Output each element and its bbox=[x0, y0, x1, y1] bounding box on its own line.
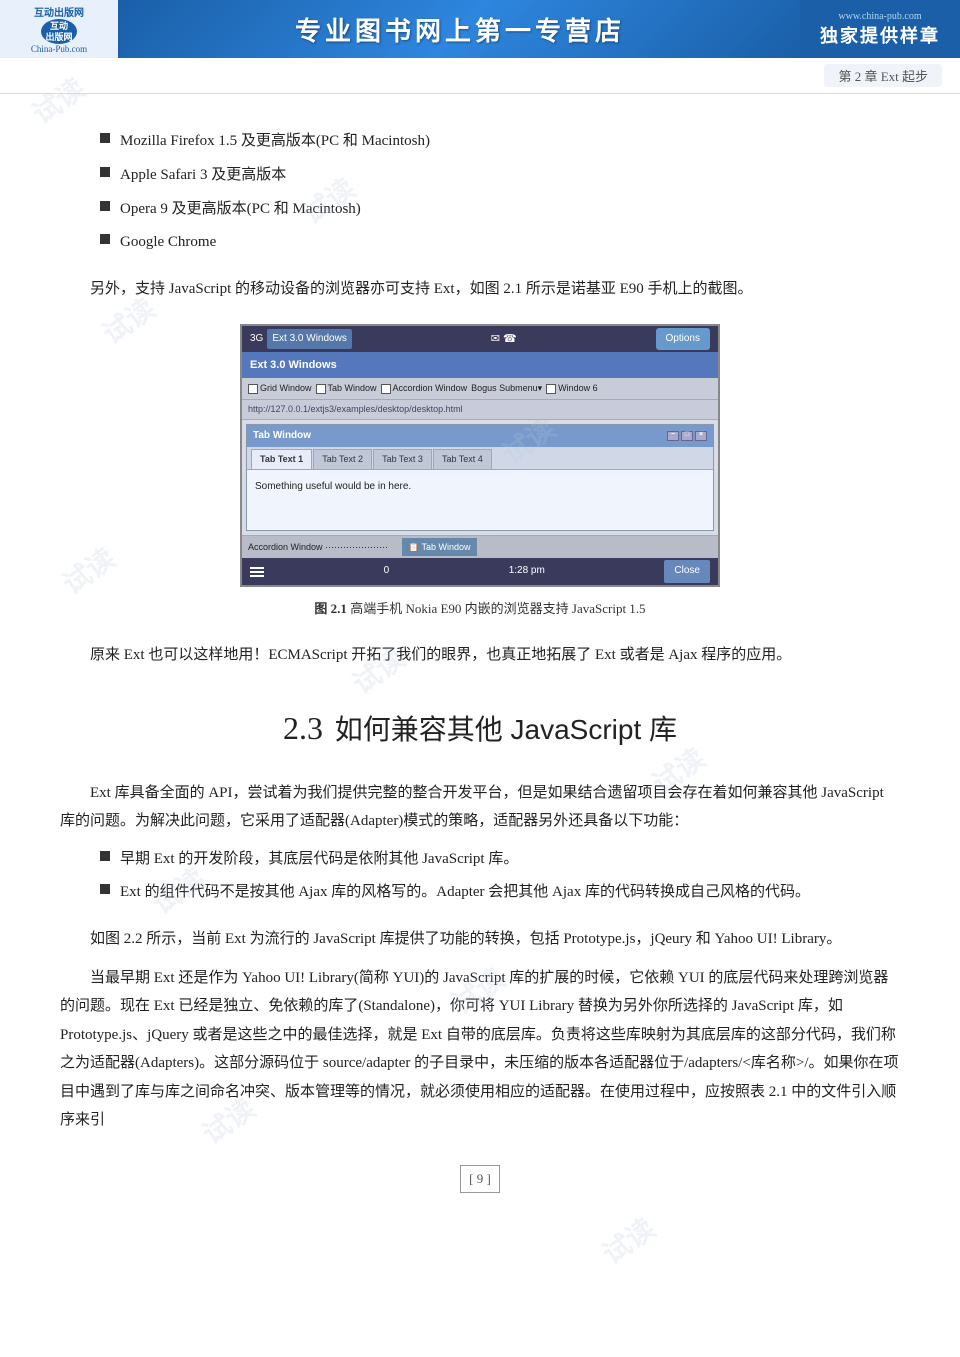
nokia-status-bar: 3G Ext 3.0 Windows ✉ ☎ Options bbox=[242, 326, 718, 353]
nokia-app-title: Ext 3.0 Windows bbox=[242, 352, 718, 378]
nokia-window-content: Something useful would be in here. bbox=[247, 470, 713, 530]
nokia-tab-window: Tab Window − □ × Tab Text 1 Tab Text 2 T… bbox=[246, 424, 714, 531]
figure-caption: 图 2.1 高端手机 Nokia E90 内嵌的浏览器支持 JavaScript… bbox=[314, 597, 645, 621]
logo-top-text: 互动出版网 bbox=[34, 4, 84, 19]
list-item: Google Chrome bbox=[100, 229, 900, 257]
main-content: Mozilla Firefox 1.5 及更高版本(PC 和 Macintosh… bbox=[0, 94, 960, 1223]
nokia-accordion-label: Accordion Window ····················· bbox=[248, 539, 388, 556]
nokia-tabs-row: Tab Text 1 Tab Text 2 Tab Text 3 Tab Tex… bbox=[247, 447, 713, 470]
nokia-status-num: 0 bbox=[384, 562, 390, 581]
nav-checkbox bbox=[546, 384, 556, 394]
list-item-text: Google Chrome bbox=[120, 229, 216, 257]
section-heading-2-3: 2.3 如何兼容其他 JavaScript 库 bbox=[60, 699, 900, 758]
bullet-icon bbox=[100, 234, 110, 244]
list-item-text: Apple Safari 3 及更高版本 bbox=[120, 162, 286, 190]
list-item: Ext 的组件代码不是按其他 Ajax 库的风格写的。Adapter 会把其他 … bbox=[100, 879, 900, 907]
nokia-ext-badge: Ext 3.0 Windows bbox=[267, 329, 351, 350]
header-slogan: 独家提供样章 bbox=[820, 22, 940, 48]
header-url: www.china-pub.com bbox=[838, 11, 921, 22]
list-item-text: 早期 Ext 的开发阶段，其底层代码是依附其他 JavaScript 库。 bbox=[120, 846, 518, 874]
nokia-window-titlebar: Tab Window − □ × bbox=[247, 425, 713, 448]
browser-list: Mozilla Firefox 1.5 及更高版本(PC 和 Macintosh… bbox=[100, 128, 900, 257]
nokia-status-left: 3G Ext 3.0 Windows bbox=[250, 329, 352, 350]
nokia-status-mid: ✉ ☎ bbox=[491, 329, 517, 349]
paragraph-5: 当最早期 Ext 还是作为 Yahoo UI! Library(简称 YUI)的… bbox=[60, 964, 900, 1135]
site-title-banner: 专业图书网上第一专营店 bbox=[120, 0, 800, 58]
site-title-text: 专业图书网上第一专营店 bbox=[295, 11, 625, 48]
nokia-window-title-text: Tab Window bbox=[253, 427, 311, 446]
figure-2-1: 3G Ext 3.0 Windows ✉ ☎ Options Ext 3.0 W… bbox=[60, 324, 900, 621]
nokia-bottom-bar: 0 1:28 pm Close bbox=[242, 558, 718, 585]
list-item: Opera 9 及更高版本(PC 和 Macintosh) bbox=[100, 196, 900, 224]
nokia-screenshot: 3G Ext 3.0 Windows ✉ ☎ Options Ext 3.0 W… bbox=[240, 324, 720, 587]
bullet-icon bbox=[100, 133, 110, 143]
page-number: [ 9 ] bbox=[60, 1165, 900, 1193]
nokia-close-btn-window[interactable]: × bbox=[695, 431, 707, 441]
bullet-icon bbox=[100, 167, 110, 177]
nokia-window-area: Tab Window − □ × Tab Text 1 Tab Text 2 T… bbox=[242, 420, 718, 535]
menu-line bbox=[250, 571, 264, 573]
nokia-tab-2[interactable]: Tab Text 2 bbox=[313, 449, 372, 469]
chapter-bar: 第 2 章 Ext 起步 bbox=[0, 58, 960, 94]
list-item-text: Ext 的组件代码不是按其他 Ajax 库的风格写的。Adapter 会把其他 … bbox=[120, 879, 810, 907]
nokia-close-button[interactable]: Close bbox=[664, 560, 710, 583]
nokia-3g-icon: 3G bbox=[250, 330, 263, 349]
nokia-nav-bogus: Bogus Submenu▾ bbox=[471, 380, 542, 397]
paragraph-2: 原来 Ext 也可以这样地用！ECMAScript 开拓了我们的眼界，也真正地拓… bbox=[60, 641, 900, 670]
figure-caption-text: 高端手机 Nokia E90 内嵌的浏览器支持 JavaScript 1.5 bbox=[350, 601, 645, 616]
nokia-menu-icon[interactable] bbox=[250, 567, 264, 577]
nokia-nav-accordion: Accordion Window bbox=[381, 380, 468, 397]
nav-checkbox bbox=[381, 384, 391, 394]
menu-line bbox=[250, 575, 264, 577]
nokia-accordion-bar: Accordion Window ····················· 📋… bbox=[242, 535, 718, 559]
header-right-panel: www.china-pub.com 独家提供样章 bbox=[800, 0, 960, 58]
page-num-text: [ 9 ] bbox=[460, 1165, 500, 1193]
page-header: 互动出版网 互动出版网 China-Pub.com 专业图书网上第一专营店 ww… bbox=[0, 0, 960, 58]
logo-bottom-text: China-Pub.com bbox=[31, 44, 87, 54]
nokia-nav-tab: Tab Window bbox=[316, 380, 377, 397]
menu-line bbox=[250, 567, 264, 569]
nokia-minimize-btn[interactable]: − bbox=[667, 431, 679, 441]
paragraph-4: 如图 2.2 所示，当前 Ext 为流行的 JavaScript 库提供了功能的… bbox=[60, 925, 900, 954]
section-title: 如何兼容其他 JavaScript 库 bbox=[335, 714, 677, 745]
nokia-tab-1[interactable]: Tab Text 1 bbox=[251, 449, 312, 469]
nokia-window-controls: − □ × bbox=[667, 431, 707, 441]
nokia-tab-window-btn[interactable]: 📋 Tab Window bbox=[402, 538, 477, 557]
nokia-url-bar: http://127.0.0.1/extjs3/examples/desktop… bbox=[242, 400, 718, 420]
nokia-options-button[interactable]: Options bbox=[656, 328, 710, 351]
nav-checkbox bbox=[248, 384, 258, 394]
bullet-icon bbox=[100, 201, 110, 211]
bullet-icon bbox=[100, 884, 110, 894]
list-item-text: Opera 9 及更高版本(PC 和 Macintosh) bbox=[120, 196, 361, 224]
logo-circle: 互动出版网 bbox=[41, 19, 77, 44]
nokia-tab-4[interactable]: Tab Text 4 bbox=[433, 449, 492, 469]
chapter-label: 第 2 章 Ext 起步 bbox=[824, 64, 942, 87]
nokia-maximize-btn[interactable]: □ bbox=[681, 431, 693, 441]
nokia-nav-window6: Window 6 bbox=[546, 380, 598, 397]
nav-checkbox bbox=[316, 384, 326, 394]
site-logo: 互动出版网 互动出版网 China-Pub.com bbox=[0, 0, 120, 58]
bullet-icon bbox=[100, 851, 110, 861]
list-item: 早期 Ext 的开发阶段，其底层代码是依附其他 JavaScript 库。 bbox=[100, 846, 900, 874]
section-number: 2.3 bbox=[283, 710, 323, 746]
list-item: Mozilla Firefox 1.5 及更高版本(PC 和 Macintosh… bbox=[100, 128, 900, 156]
paragraph-1: 另外，支持 JavaScript 的移动设备的浏览器亦可支持 Ext，如图 2.… bbox=[60, 275, 900, 304]
nokia-nav-bar: Grid Window Tab Window Accordion Window … bbox=[242, 378, 718, 400]
nokia-nav-grid: Grid Window bbox=[248, 380, 312, 397]
nokia-tab-3[interactable]: Tab Text 3 bbox=[373, 449, 432, 469]
figure-label: 图 2.1 bbox=[314, 601, 347, 616]
nokia-time: 1:28 pm bbox=[509, 562, 545, 581]
list-item: Apple Safari 3 及更高版本 bbox=[100, 162, 900, 190]
paragraph-3: Ext 库具备全面的 API，尝试着为我们提供完整的整合开发平台，但是如果结合遗… bbox=[60, 779, 900, 836]
list-item-text: Mozilla Firefox 1.5 及更高版本(PC 和 Macintosh… bbox=[120, 128, 430, 156]
logo-circle-text: 互动出版网 bbox=[45, 21, 72, 43]
adapter-feature-list: 早期 Ext 的开发阶段，其底层代码是依附其他 JavaScript 库。 Ex… bbox=[100, 846, 900, 908]
